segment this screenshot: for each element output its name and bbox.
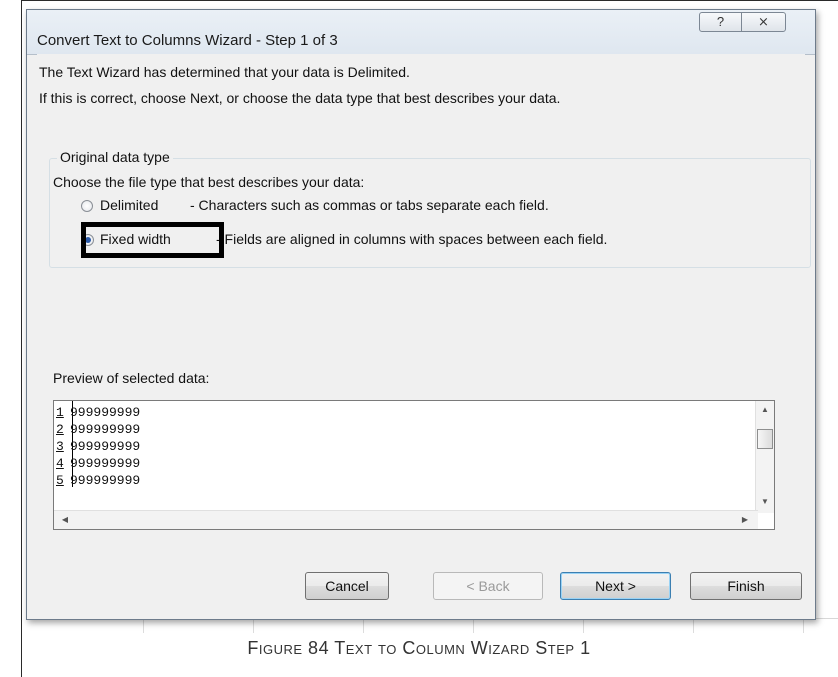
vertical-scroll-thumb[interactable] [757, 429, 773, 449]
help-icon: ? [716, 14, 725, 29]
fixed-width-description: - Fields are aligned in columns with spa… [216, 231, 608, 247]
page-border-top [21, 0, 838, 1]
title-bar: Convert Text to Columns Wizard - Step 1 … [27, 10, 815, 55]
delimited-radio[interactable] [81, 200, 93, 212]
scroll-right-icon[interactable]: ▶ [736, 515, 754, 524]
page-border-left [21, 0, 22, 677]
choose-label: Choose the file type that best describes… [53, 174, 365, 190]
group-label: Original data type [57, 149, 173, 165]
help-button[interactable]: ? [699, 12, 742, 32]
text-to-columns-dialog: Convert Text to Columns Wizard - Step 1 … [26, 9, 816, 620]
preview-label: Preview of selected data: [53, 370, 210, 386]
intro-line-1: The Text Wizard has determined that your… [39, 64, 410, 80]
cancel-button[interactable]: Cancel [305, 572, 389, 600]
back-button[interactable]: < Back [433, 572, 543, 600]
horizontal-scrollbar[interactable]: ◀ ▶ [54, 510, 758, 529]
intro-line-2: If this is correct, choose Next, or choo… [39, 90, 561, 106]
scroll-up-icon[interactable]: ▲ [756, 405, 774, 414]
delimited-label[interactable]: Delimited [100, 197, 158, 213]
preview-row: 1 999999999 [56, 405, 141, 420]
dialog-content: The Text Wizard has determined that your… [37, 54, 811, 609]
close-icon: ⨯ [758, 14, 769, 29]
highlight-annotation-box [81, 222, 224, 258]
preview-row: 2 999999999 [56, 422, 141, 437]
vertical-scrollbar[interactable]: ▲ ▼ [755, 401, 774, 513]
spreadsheet-background [34, 618, 838, 633]
preview-row: 3 999999999 [56, 439, 141, 454]
scroll-left-icon[interactable]: ◀ [56, 515, 74, 524]
scroll-down-icon[interactable]: ▼ [756, 497, 774, 506]
preview-row: 4 999999999 [56, 456, 141, 471]
next-button[interactable]: Next > [560, 572, 671, 600]
preview-row: 5 999999999 [56, 473, 141, 488]
figure-caption: Figure 84 Text to Column Wizard Step 1 [247, 638, 591, 658]
delimited-description: - Characters such as commas or tabs sepa… [190, 197, 549, 213]
dialog-title: Convert Text to Columns Wizard - Step 1 … [37, 32, 338, 49]
data-preview-pane[interactable]: 1 999999999 2 999999999 3 999999999 4 999999… [53, 400, 775, 530]
finish-button[interactable]: Finish [690, 572, 802, 600]
close-button[interactable]: ⨯ [741, 12, 786, 32]
